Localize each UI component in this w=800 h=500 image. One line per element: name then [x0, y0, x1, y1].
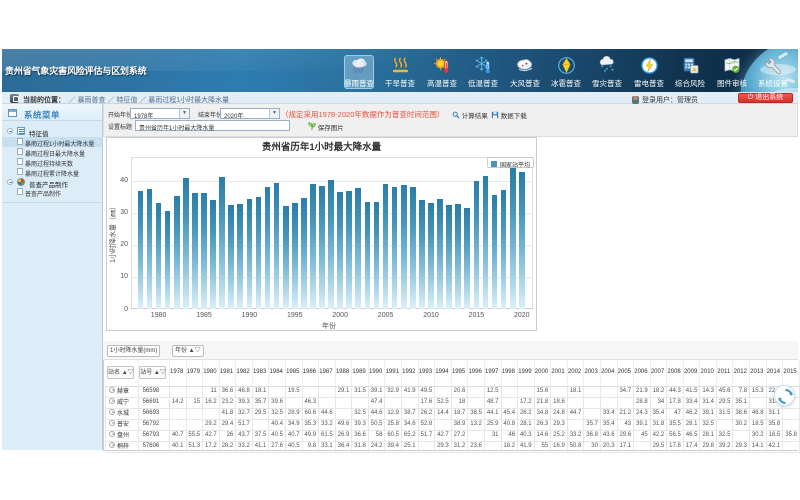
- svg-text:*: *: [611, 68, 614, 75]
- svg-text:*: *: [603, 69, 606, 75]
